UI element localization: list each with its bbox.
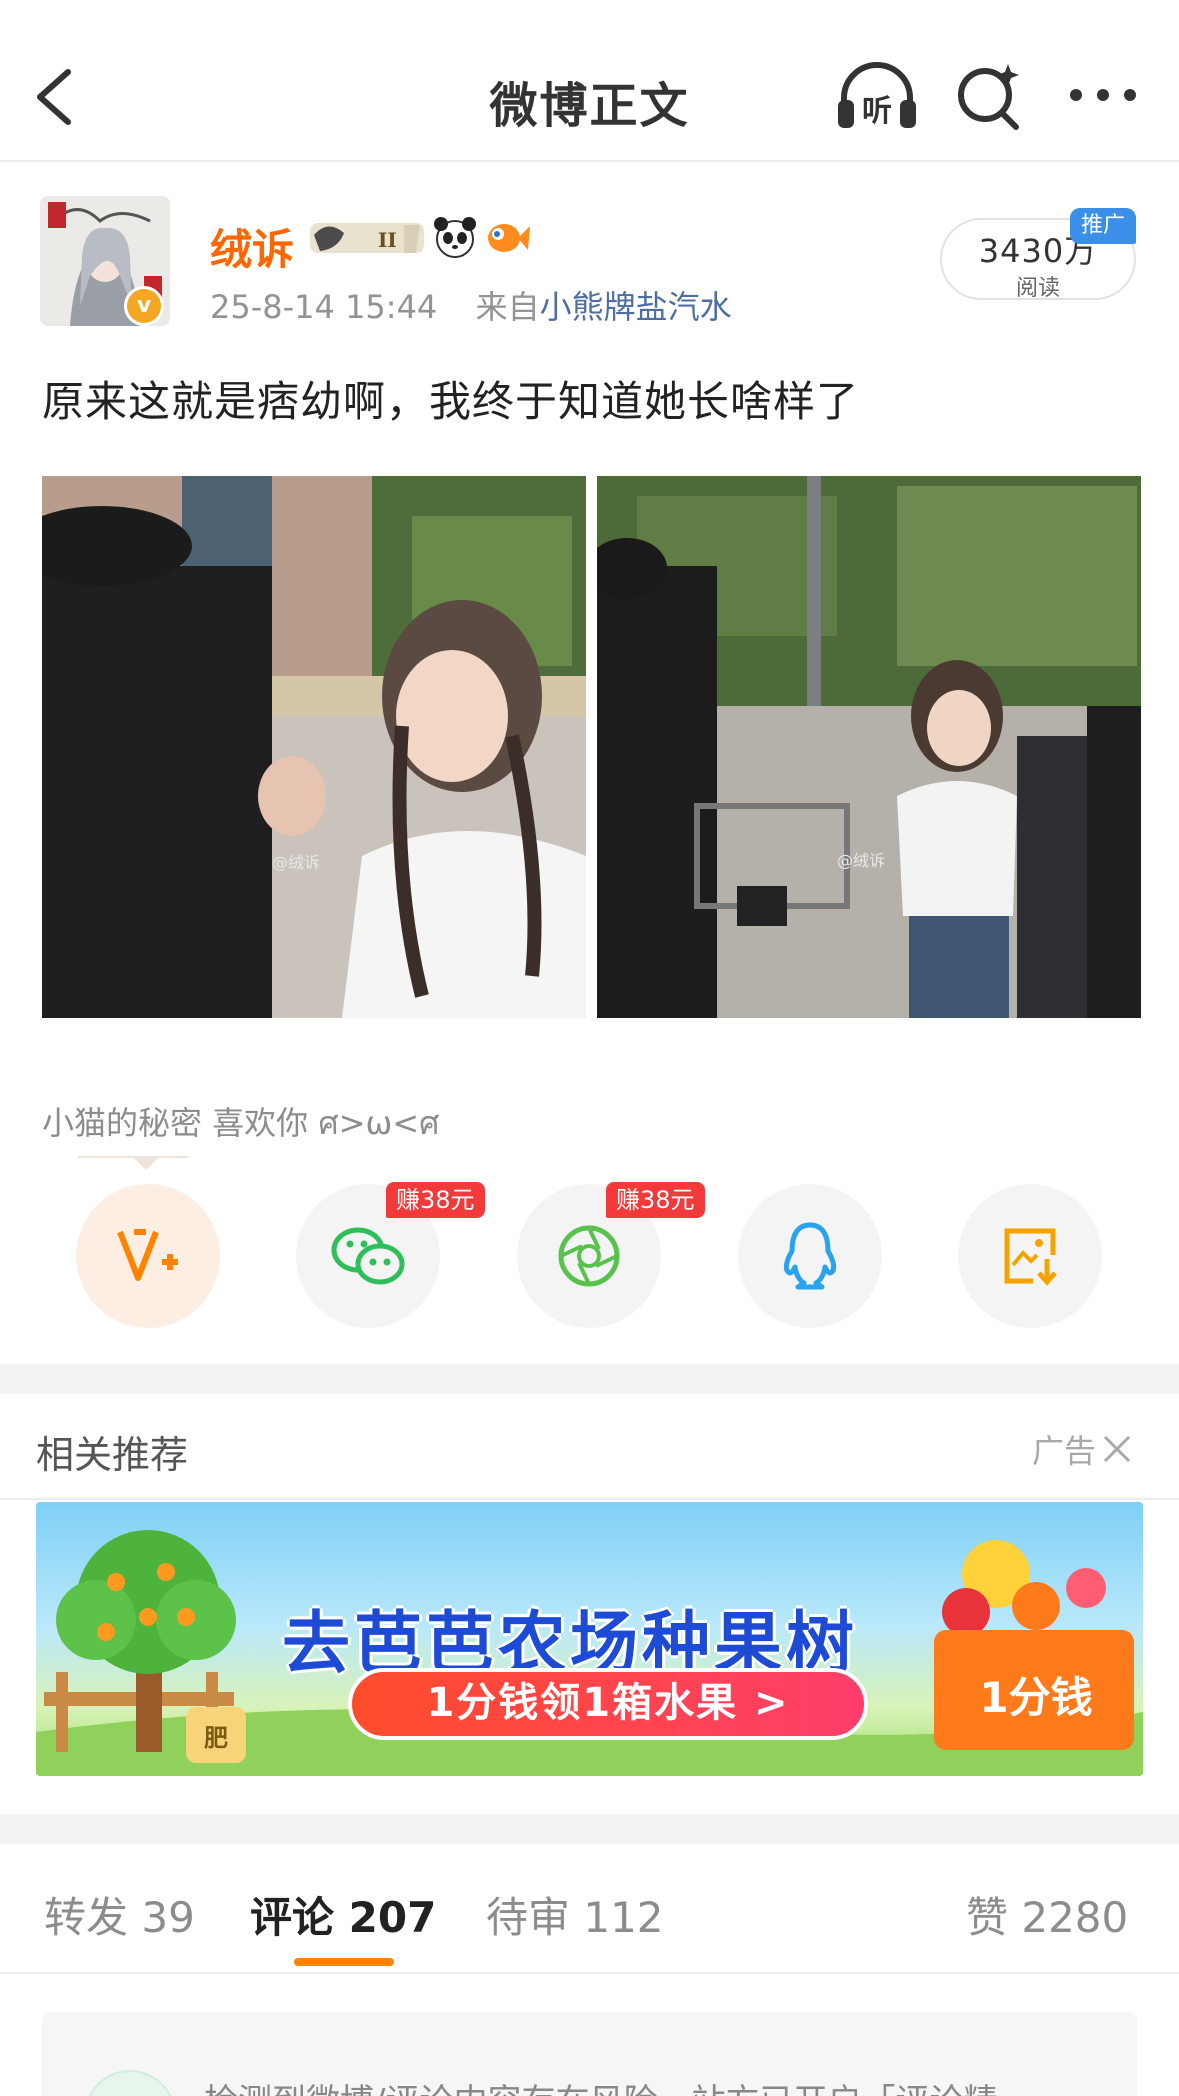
image-1-watermark: @绒诉 [272,853,320,872]
search-button[interactable] [946,58,1032,132]
sharing-caption: 小猫的秘密 喜欢你 ศ>ω<ศ [42,1104,440,1142]
username[interactable]: 绒诉 [210,216,294,277]
listen-label: 听 [862,94,892,129]
post-text: 原来这就是痞幼啊，我终于知道她长啥样了 [42,377,860,426]
save-image-button[interactable] [958,1184,1102,1328]
v-plus-icon [117,1229,178,1281]
search-sparkle-icon [958,64,1019,130]
related-title: 相关推荐 [36,1433,189,1477]
banner-box-text: 1分钱 [979,1673,1093,1722]
image-2-watermark: @绒诉 [837,851,885,870]
post-date: 25-8-14 15:44 [210,288,438,326]
risk-notice-text: 检测到微博/评论内容存在风险，站方已开启「评论精 [204,2074,997,2096]
post-image[interactable]: @绒诉 [597,476,1141,1018]
divider [0,1498,1179,1500]
share-qq-button[interactable] [738,1184,882,1328]
banner-pot-text: 肥 [204,1724,228,1752]
section-gap [0,1364,1179,1394]
share-weibo-button[interactable] [76,1184,220,1328]
medal-badge-text: II [378,228,397,252]
post-meta: 25-8-14 15:44 来自小熊牌盐汽水 [210,282,732,328]
ad-close-button[interactable]: 广告 [1032,1426,1132,1472]
post-image[interactable]: 杭州 @绒诉 [42,476,586,1018]
earn-badge: 赚38元 [606,1182,705,1218]
source-prefix: 来自 [475,288,540,326]
photo-street-2: @绒诉 [597,476,1141,1018]
section-gap [0,1814,1179,1844]
promote-tag[interactable]: 推广 [1070,208,1136,244]
listen-button[interactable]: 听 [834,58,920,132]
banner-cta-button[interactable]: 1分钱领1箱水果 > [348,1668,868,1740]
close-icon [1103,1435,1131,1463]
active-tab-indicator [294,1958,394,1966]
tab-comments[interactable]: 评论 207 [250,1884,436,1945]
tab-pending[interactable]: 待审 112 [486,1884,664,1945]
ad-label: 广告 [1032,1432,1097,1470]
top-nav-bar: 微博正文 听 [0,0,1179,162]
qq-icon [783,1222,837,1290]
photo-street-1: 杭州 @绒诉 [42,476,586,1018]
moments-icon [558,1225,620,1287]
wechat-icon [331,1227,405,1285]
more-dots-icon [1070,89,1136,101]
post-header: v 绒诉 II 25-8-14 15:44 来自小熊牌盐汽水 3430万 阅读 … [0,162,1179,332]
tab-likes[interactable]: 赞 2280 [966,1884,1128,1945]
verified-badge: v [124,286,164,326]
post-source[interactable]: 小熊牌盐汽水 [540,288,732,326]
fish-icon[interactable] [484,214,530,260]
user-badges: II [308,214,530,260]
divider [0,1972,1179,1974]
ad-banner[interactable]: 肥 去芭芭农场种果树 1分钱领1箱水果 > 1分钱 [36,1502,1143,1776]
read-count-label: 阅读 [1015,276,1060,301]
medal-badge-icon[interactable]: II [308,215,426,259]
earn-badge: 赚38元 [386,1182,485,1218]
tab-reposts[interactable]: 转发 39 [44,1884,195,1945]
save-image-icon [1004,1228,1057,1286]
caption-pointer [132,1156,160,1170]
panda-icon[interactable] [432,214,478,260]
headphones-icon: 听 [838,62,916,129]
more-button[interactable] [1060,58,1146,132]
